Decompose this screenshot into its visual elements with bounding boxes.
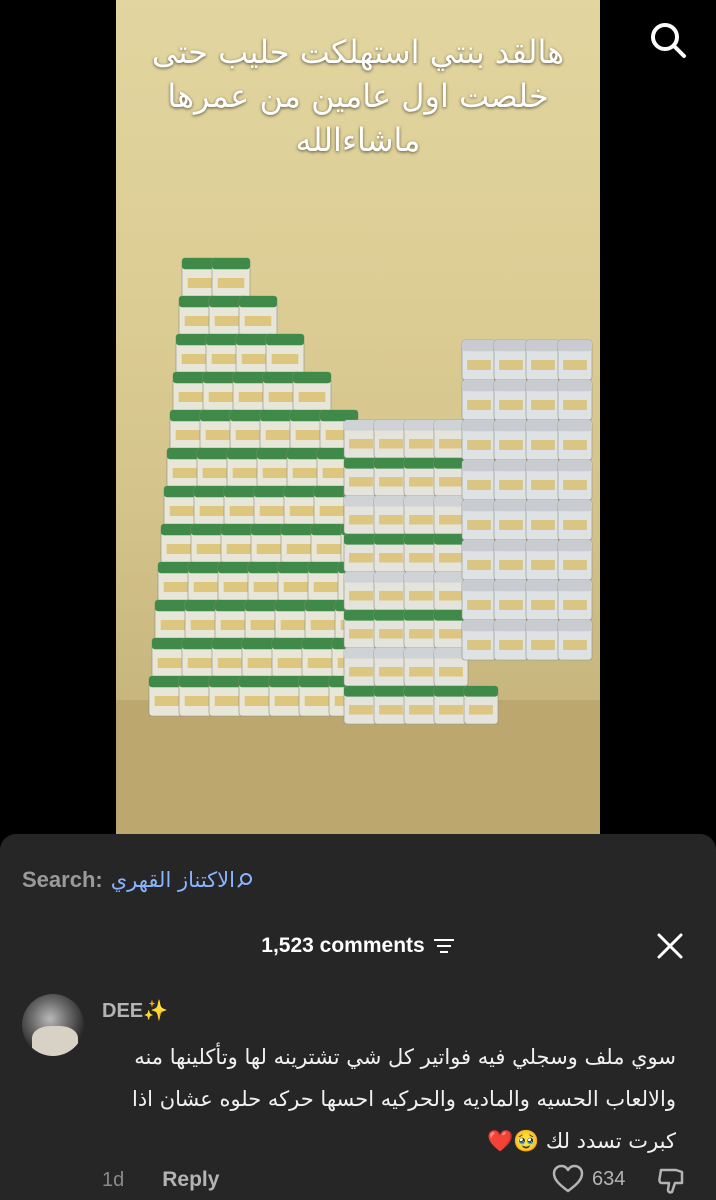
close-icon — [657, 933, 683, 959]
caption-line: خلصت اول عامين من عمرها — [167, 77, 549, 115]
reply-button[interactable]: Reply — [162, 1168, 219, 1192]
comments-count: 1,523 comments — [261, 934, 425, 957]
like-count: 634 — [592, 1167, 626, 1190]
video-caption: هالقد بنتي استهلكت حليب حتى خلصت اول عام… — [116, 30, 600, 162]
dislike-button[interactable] — [656, 1166, 686, 1196]
search-small-icon — [237, 873, 252, 888]
related-search[interactable]: Search: الاكتناز القهري — [22, 866, 253, 894]
search-prefix: Search: — [22, 867, 103, 892]
comment-username[interactable]: DEE✨ — [102, 998, 168, 1023]
search-button[interactable] — [648, 20, 688, 60]
caption-line: هالقد بنتي استهلكت حليب حتى — [151, 33, 565, 71]
sort-icon[interactable] — [433, 937, 455, 955]
close-comments-button[interactable] — [656, 932, 684, 960]
caption-line: ماشاءالله — [295, 121, 421, 159]
avatar[interactable] — [22, 994, 84, 1056]
thumbs-down-icon — [658, 1168, 684, 1194]
search-term-link[interactable]: الاكتناز القهري — [111, 868, 235, 892]
comment-meta: 1d Reply — [102, 1164, 219, 1196]
comments-header: 1,523 comments — [0, 930, 716, 962]
heart-icon — [552, 1164, 584, 1193]
like-button[interactable]: 634 — [552, 1164, 625, 1194]
video-player[interactable]: هالقد بنتي استهلكت حليب حتى خلصت اول عام… — [116, 0, 600, 834]
search-icon — [651, 23, 686, 58]
comment-age: 1d — [102, 1168, 125, 1191]
comment-body: سوي ملف وسجلي فيه فواتير كل شي تشترينه ل… — [132, 1045, 676, 1153]
